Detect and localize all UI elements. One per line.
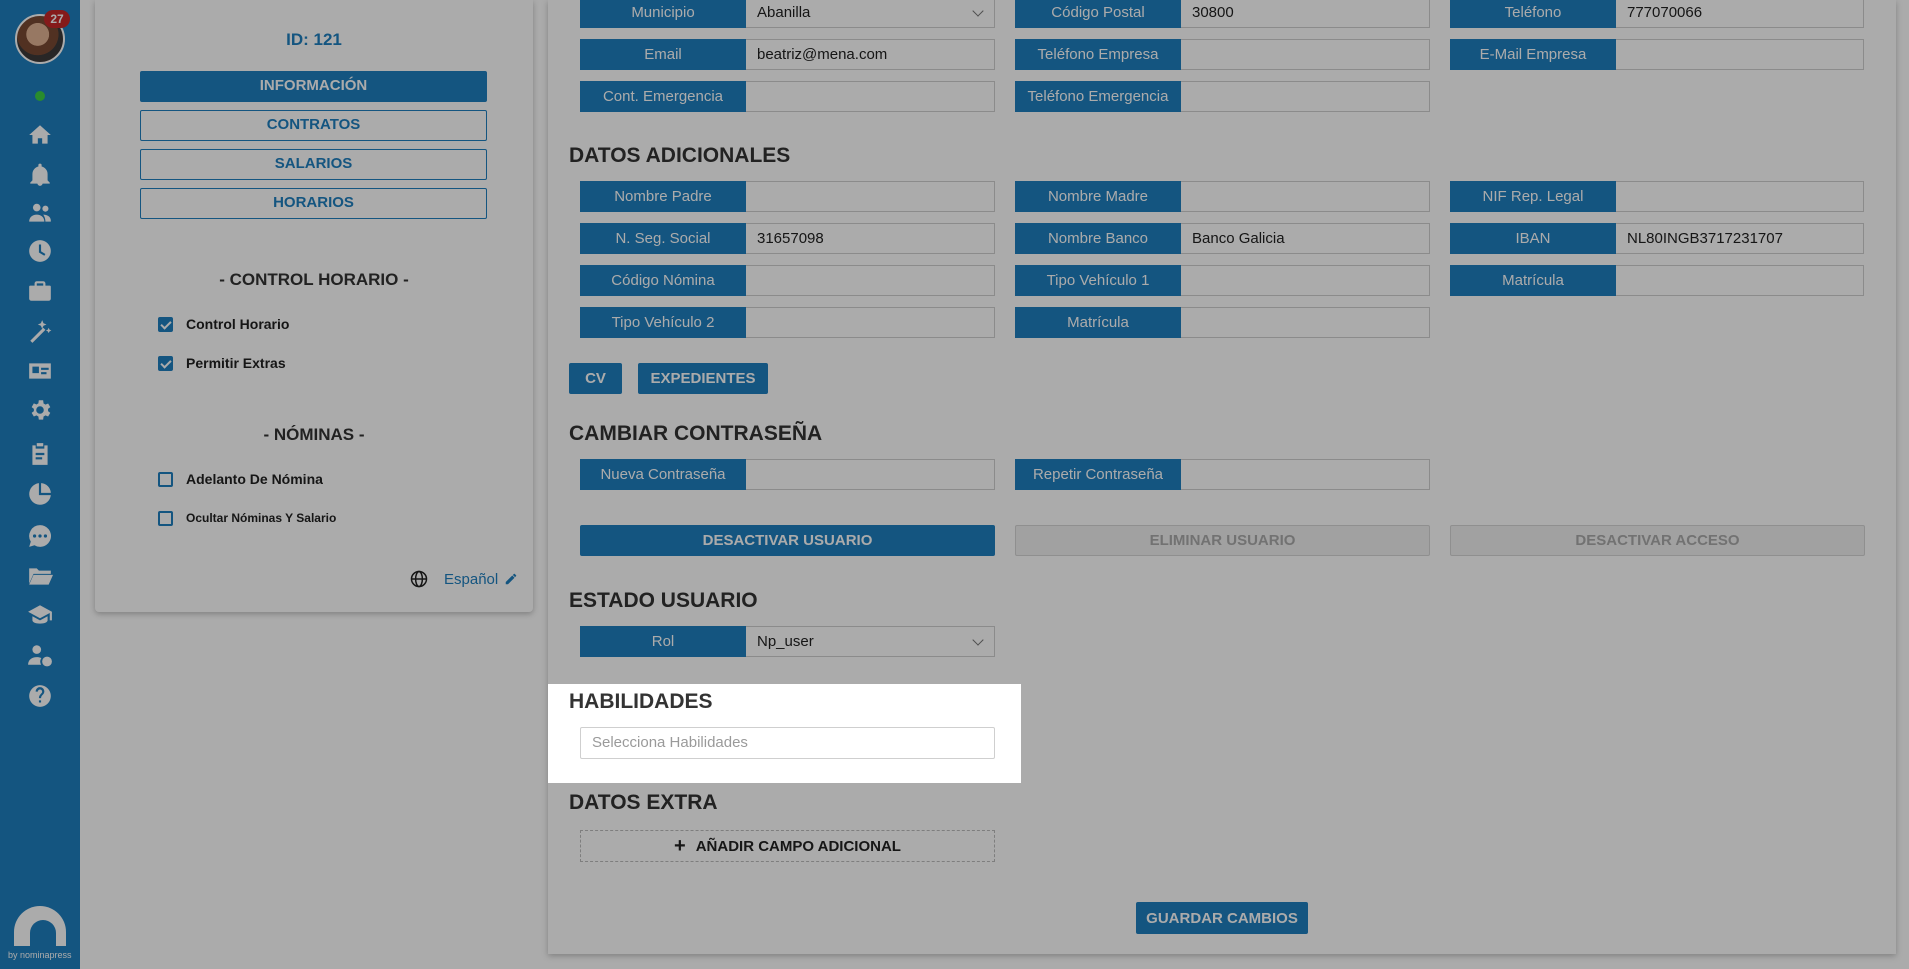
- dim-overlay-left: [0, 684, 548, 783]
- dim-overlay-bottom: [0, 783, 1909, 969]
- habilidades-select[interactable]: Selecciona Habilidades: [580, 727, 995, 759]
- habilidades-title: HABILIDADES: [569, 690, 713, 713]
- dim-overlay-right: [1021, 684, 1909, 783]
- dim-overlay-top: [0, 0, 1909, 684]
